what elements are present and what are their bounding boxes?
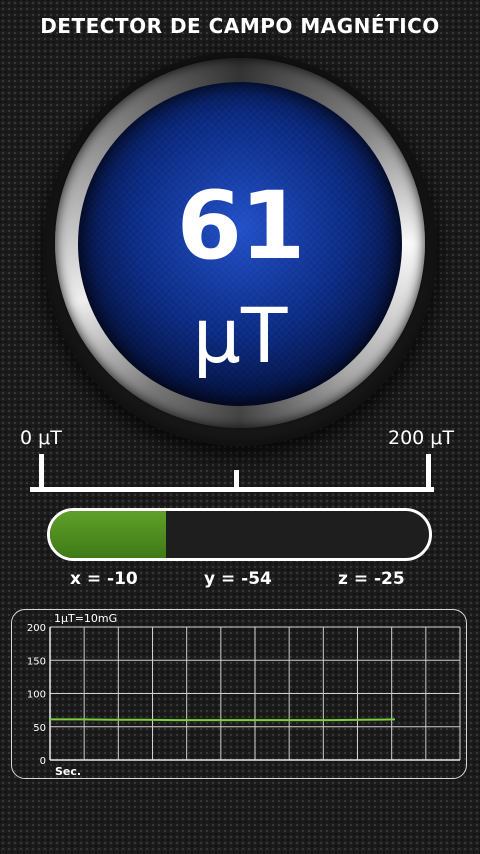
y-tick-label: 100 <box>27 690 46 701</box>
history-graph: 0 50 100 150 200 <box>27 623 461 767</box>
y-tick-label: 0 <box>40 756 46 767</box>
y-tick-label: 200 <box>27 623 46 634</box>
y-tick-label: 150 <box>27 656 46 667</box>
y-tick-label: 50 <box>33 723 46 734</box>
unit-conversion-note: 1μT=10mG <box>54 612 118 625</box>
graph-x-label: Sec. <box>55 765 82 778</box>
series-line <box>50 718 396 722</box>
